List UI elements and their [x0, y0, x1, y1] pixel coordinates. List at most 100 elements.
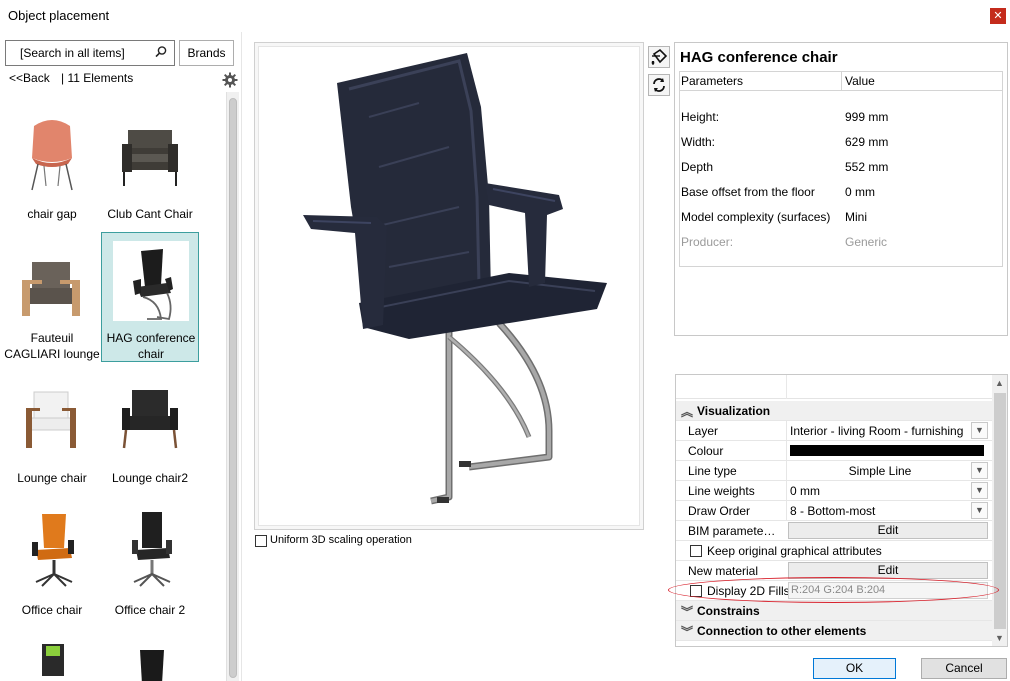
- properties-grid: ︽ Visualization Layer Interior - living …: [675, 374, 1008, 647]
- catalog-item-label: Club Cant Chair: [107, 207, 193, 221]
- properties-scrollbar-thumb[interactable]: [994, 393, 1006, 629]
- close-icon[interactable]: ✕: [990, 8, 1006, 24]
- property-separator: [786, 441, 787, 461]
- param-name: Model complexity (surfaces): [681, 210, 831, 224]
- property-label: New material: [688, 564, 759, 578]
- lounge-chair-white-icon: [26, 391, 76, 448]
- catalog-item-office-chair-2[interactable]: Office chair 2: [101, 498, 199, 628]
- param-value[interactable]: 629 mm: [845, 135, 888, 149]
- uniform-scaling-checkbox[interactable]: [255, 535, 267, 547]
- cancel-button[interactable]: Cancel: [921, 658, 1007, 679]
- chevron-down-double-icon[interactable]: ︾: [681, 623, 693, 640]
- line-weights-select[interactable]: 0 mm: [790, 484, 970, 498]
- section-visualization[interactable]: ︽ Visualization: [676, 401, 992, 421]
- office-chair-mesh-icon: [140, 650, 164, 681]
- brands-button[interactable]: Brands: [179, 40, 234, 66]
- chevron-down-icon[interactable]: ▼: [971, 502, 988, 519]
- param-row-complexity: Model complexity (surfaces) Mini: [681, 210, 1001, 230]
- param-name: Base offset from the floor: [681, 185, 815, 199]
- section-label: Connection to other elements: [697, 624, 867, 638]
- parameters-header: Parameters Value: [680, 72, 1002, 91]
- catalog-scrollbar[interactable]: [226, 92, 239, 681]
- refresh-button[interactable]: [648, 74, 670, 96]
- title-bar: Object placement ✕: [0, 0, 1010, 32]
- param-value[interactable]: Mini: [845, 210, 867, 224]
- property-separator: [786, 481, 787, 501]
- catalog-item-fauteuil-cagliari[interactable]: Fauteuil CAGLIARI lounge: [3, 234, 101, 364]
- param-name: Depth: [681, 160, 714, 174]
- catalog-item-partial[interactable]: [101, 630, 199, 681]
- gear-icon[interactable]: [222, 72, 238, 88]
- search-icon[interactable]: [154, 45, 168, 59]
- colour-swatch[interactable]: [790, 445, 984, 456]
- parameters-panel: HAG conference chair Parameters Value He…: [674, 42, 1008, 336]
- catalog-item-chair-gap[interactable]: chair gap: [3, 100, 101, 230]
- catalog-item-lounge-chair2[interactable]: Lounge chair2: [101, 366, 199, 496]
- paint-bucket-button[interactable]: [648, 46, 670, 68]
- property-separator: [786, 501, 787, 521]
- section-connection[interactable]: ︾ Connection to other elements: [676, 621, 992, 641]
- param-row-height: Height: 999 mm: [681, 110, 1001, 130]
- property-colour: Colour: [676, 441, 992, 461]
- line-type-value[interactable]: Simple Line: [790, 464, 970, 478]
- section-label: Visualization: [697, 404, 771, 418]
- section-constrains[interactable]: ︾ Constrains: [676, 601, 992, 621]
- catalog-item-label: chair gap: [27, 207, 77, 221]
- scroll-down-icon[interactable]: ▼: [995, 633, 1004, 643]
- param-row-base-offset: Base offset from the floor 0 mm: [681, 185, 1001, 205]
- property-label: Line type: [688, 464, 737, 478]
- catalog-item-lounge-chair[interactable]: Lounge chair: [3, 366, 101, 496]
- catalog-item-partial[interactable]: [3, 630, 101, 681]
- search-placeholder: [Search in all items]: [20, 46, 125, 60]
- ok-button[interactable]: OK: [813, 658, 896, 679]
- uniform-scaling-label: Uniform 3D scaling operation: [270, 534, 412, 546]
- checkbox-label: Keep original graphical attributes: [707, 544, 882, 558]
- window-title: Object placement: [8, 8, 110, 23]
- property-separator: [786, 421, 787, 441]
- properties-scrollbar[interactable]: ▲ ▼: [992, 375, 1007, 646]
- param-row-width: Width: 629 mm: [681, 135, 1001, 155]
- back-link[interactable]: <<Back: [9, 71, 50, 85]
- param-name: Producer:: [681, 235, 734, 249]
- chevron-down-double-icon[interactable]: ︾: [681, 603, 693, 620]
- grid-header: [676, 375, 994, 399]
- catalog-item-label: Fauteuil CAGLIARI lounge: [4, 331, 100, 361]
- property-label: Draw Order: [688, 504, 751, 518]
- draw-order-select[interactable]: 8 - Bottom-most: [790, 504, 970, 518]
- catalog-item-label: Office chair: [21, 603, 83, 617]
- catalog-scrollbar-thumb[interactable]: [229, 98, 237, 678]
- catalog-item-office-chair[interactable]: Office chair: [3, 498, 101, 628]
- chevron-down-icon[interactable]: ▼: [971, 462, 988, 479]
- property-label: Colour: [688, 444, 724, 458]
- param-value[interactable]: 552 mm: [845, 160, 888, 174]
- param-value[interactable]: 999 mm: [845, 110, 888, 124]
- panel-divider[interactable]: [241, 32, 242, 681]
- property-line-weights: Line weights 0 mm ▼: [676, 481, 992, 501]
- chevron-down-icon[interactable]: ▼: [971, 482, 988, 499]
- param-value[interactable]: 0 mm: [845, 185, 875, 199]
- chevron-down-icon[interactable]: ▼: [971, 422, 988, 439]
- chair-3d-preview: [303, 53, 607, 505]
- preview-canvas[interactable]: [258, 46, 640, 526]
- catalog-item-club-cant-chair[interactable]: Club Cant Chair: [101, 100, 199, 230]
- chevron-up-icon[interactable]: ︽: [681, 403, 693, 420]
- bim-edit-button[interactable]: Edit: [788, 522, 988, 539]
- scroll-up-icon[interactable]: ▲: [995, 378, 1004, 388]
- catalog-item-label: Office chair 2: [114, 603, 186, 617]
- catalog-item-hag-conference-chair[interactable]: HAG conference chair: [101, 232, 199, 362]
- property-line-type: Line type Simple Line ▼: [676, 461, 992, 481]
- office-chair-green-icon: [42, 644, 64, 676]
- section-label: Constrains: [697, 604, 760, 618]
- search-input[interactable]: [Search in all items]: [5, 40, 175, 66]
- layer-select[interactable]: Interior - living Room - furnishing: [790, 424, 970, 438]
- keep-original-checkbox[interactable]: [690, 545, 702, 557]
- armchair-wood-icon: [22, 262, 80, 316]
- preview-viewport[interactable]: [254, 42, 644, 530]
- catalog-item-label: Lounge chair: [17, 471, 87, 485]
- property-keep-original: Keep original graphical attributes: [676, 541, 992, 561]
- highlight-annotation: [668, 577, 999, 603]
- refresh-icon: [653, 78, 665, 92]
- param-name: Width:: [681, 135, 716, 149]
- header-separator[interactable]: [841, 72, 842, 91]
- object-title: HAG conference chair: [680, 49, 838, 66]
